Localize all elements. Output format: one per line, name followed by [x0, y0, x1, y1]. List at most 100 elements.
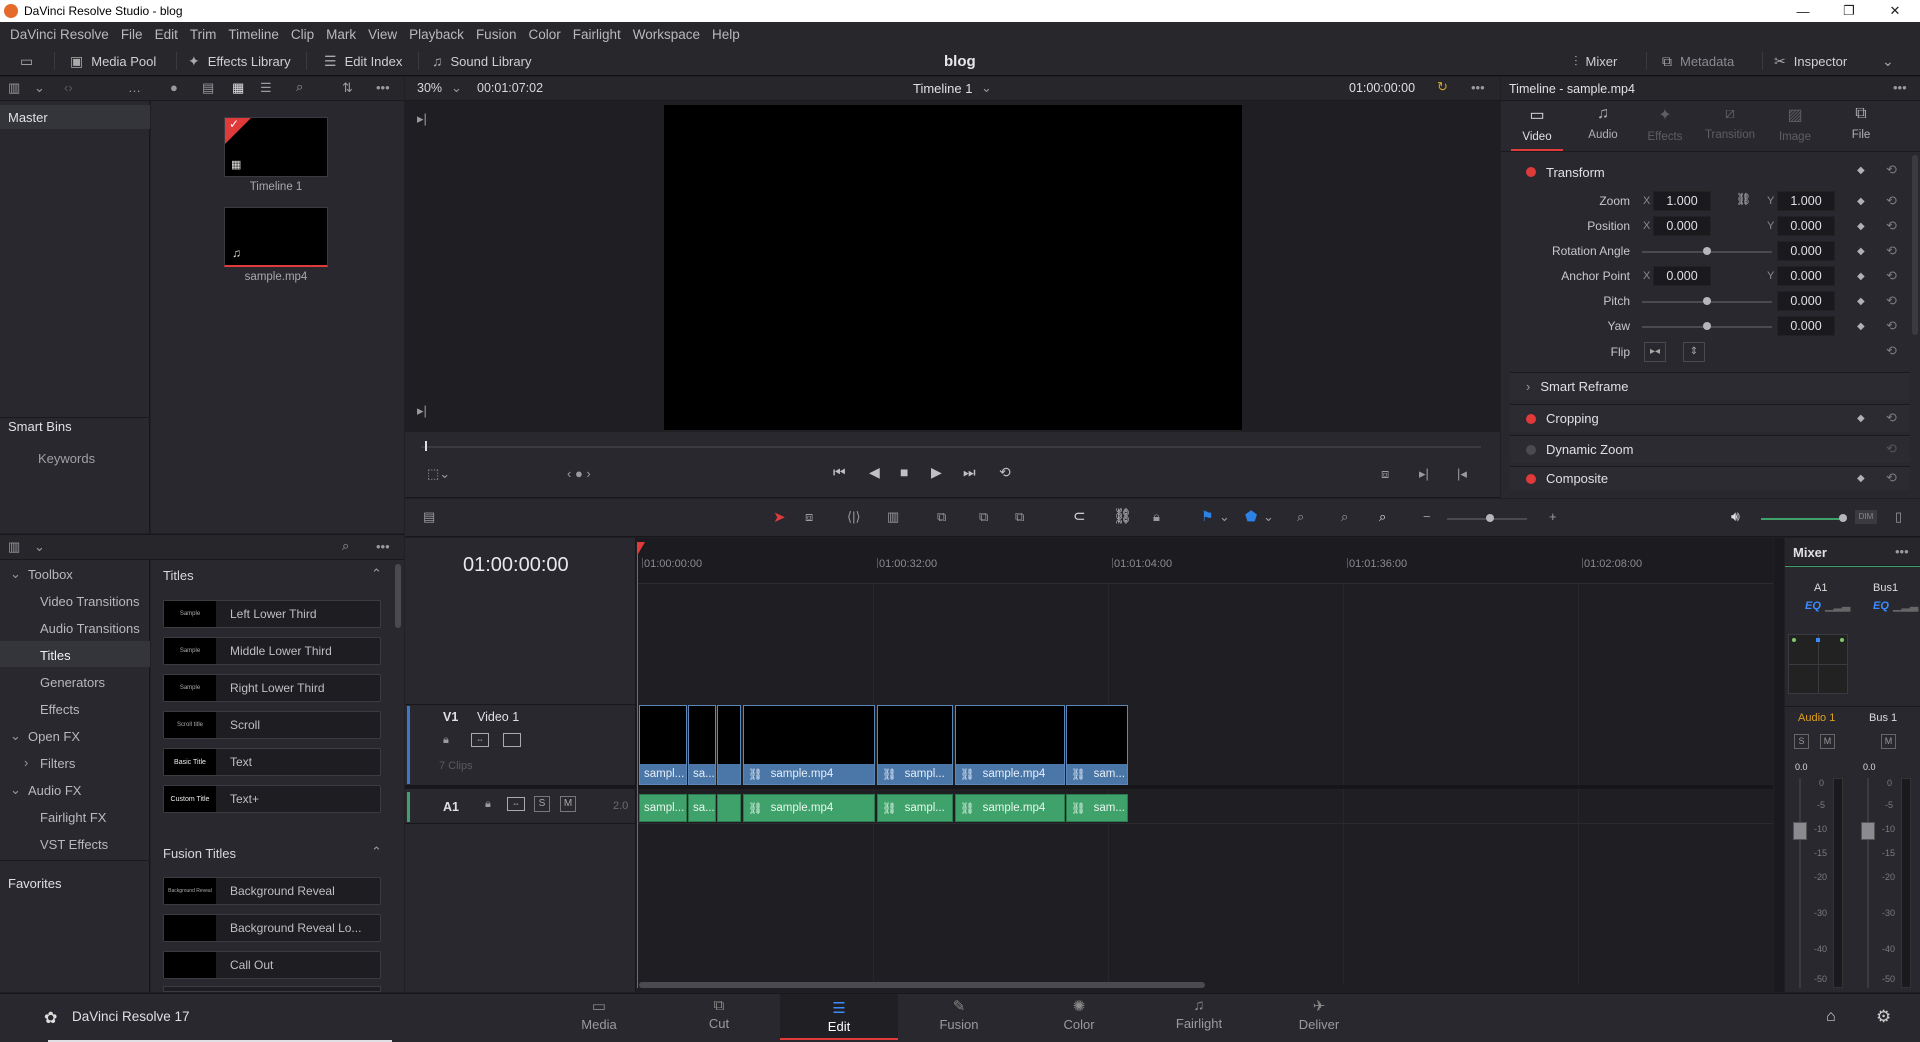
zoom-y-field[interactable]: 1.000 — [1777, 191, 1835, 211]
video-clip[interactable] — [717, 705, 741, 785]
flag-icon[interactable]: ⚑ — [1201, 508, 1214, 525]
zoom-custom-icon[interactable]: ⌕ — [1379, 509, 1386, 525]
chevron-down-icon[interactable]: ⌄ — [451, 80, 462, 96]
menu-file[interactable]: File — [115, 27, 149, 42]
reset-icon[interactable]: ⟲ — [1886, 410, 1897, 426]
pitch-slider-knob[interactable] — [1703, 297, 1711, 305]
page-tab-fairlight[interactable]: ♫ Fairlight — [1140, 994, 1258, 1034]
settings-gear-icon[interactable]: ⚙ — [1876, 1007, 1891, 1027]
match-frame-icon[interactable]: ⧈ — [1381, 466, 1389, 482]
auto-select-icon[interactable]: ⇔ — [471, 733, 489, 747]
tab-transition[interactable]: ⧄ Transition — [1697, 105, 1763, 151]
home-icon[interactable]: ⌂ — [1826, 1008, 1836, 1026]
sample-mp4-thumbnail[interactable]: ♫ — [224, 207, 328, 267]
page-tab-fusion[interactable]: ✎ Fusion — [900, 994, 1018, 1034]
flip-horizontal-icon[interactable]: ▸◂ — [1644, 342, 1666, 362]
reset-icon[interactable]: ⟲ — [1886, 218, 1897, 234]
keyframe-icon[interactable]: ◆ — [1857, 271, 1865, 282]
solo-button[interactable]: S — [1794, 734, 1809, 749]
effects-library-button[interactable]: ✦ Effects Library — [188, 46, 291, 76]
keyframe-icon[interactable]: ◆ — [1857, 165, 1865, 176]
next-clip-icon[interactable]: ▸| — [417, 111, 427, 127]
reset-icon[interactable]: ⟲ — [1886, 343, 1897, 359]
panner[interactable] — [1788, 634, 1848, 694]
toolbox-item[interactable]: Toolbox — [28, 567, 73, 582]
fader-bus1[interactable] — [1861, 822, 1875, 840]
linked-selection-icon[interactable]: ⛓ — [1113, 507, 1132, 525]
options-icon[interactable]: ••• — [376, 539, 390, 554]
sidebar-toggle-icon[interactable]: ▥ — [8, 80, 20, 96]
tree-generators[interactable]: Generators — [40, 675, 105, 690]
blade-tool-icon[interactable]: ▥ — [887, 509, 899, 525]
yaw-field[interactable]: 0.000 — [1777, 316, 1835, 336]
track-visibility-icon[interactable] — [503, 733, 521, 747]
playhead-line[interactable] — [637, 548, 638, 988]
audio-clip[interactable]: ⛓ sample.mp4 — [955, 794, 1065, 822]
search-icon[interactable]: ⌕ — [296, 79, 303, 95]
title-left-lower-third[interactable]: Sample Left Lower Third — [163, 600, 381, 628]
smart-reframe-section[interactable]: › Smart Reframe — [1510, 372, 1910, 400]
reset-icon[interactable]: ⟲ — [1886, 441, 1897, 457]
title-right-lower-third[interactable]: Sample Right Lower Third — [163, 674, 381, 702]
fusion-title-background-reveal-lower[interactable]: Background Reveal Lo... — [163, 914, 381, 942]
flip-vertical-icon[interactable]: ⇕ — [1683, 342, 1705, 362]
collapse-toolbar-icon[interactable]: ⌄ — [1882, 46, 1902, 76]
inspector-button[interactable]: ✂ Inspector — [1774, 46, 1847, 76]
tree-vst-effects[interactable]: VST Effects — [40, 837, 108, 852]
viewer-timeline-name[interactable]: Timeline 1 — [913, 81, 972, 96]
reset-icon[interactable]: ⟲ — [1886, 243, 1897, 259]
menu-trim[interactable]: Trim — [184, 27, 223, 42]
scrub-bar[interactable] — [421, 446, 1481, 448]
keyframe-icon[interactable]: ◆ — [1857, 413, 1865, 424]
tree-open-fx[interactable]: Open FX — [28, 729, 80, 744]
fusion-title-background-reveal[interactable]: Background Reveal Background Reveal — [163, 877, 381, 905]
tree-audio-fx[interactable]: Audio FX — [28, 783, 81, 798]
search-icon[interactable]: ⌕ — [342, 538, 349, 554]
video-preview[interactable] — [664, 105, 1242, 430]
menu-fusion[interactable]: Fusion — [470, 27, 523, 42]
options-icon[interactable]: ••• — [1895, 544, 1909, 559]
menu-playback[interactable]: Playback — [403, 27, 470, 42]
zoom-detail-icon[interactable]: ⌕ — [1341, 509, 1348, 525]
video-clip[interactable]: sampl... — [639, 705, 687, 785]
menu-color[interactable]: Color — [522, 27, 566, 42]
volume-slider[interactable] — [1761, 518, 1845, 520]
list-view-icon[interactable]: ☰ — [260, 80, 272, 96]
replace-clip-icon[interactable]: ⧉ — [1015, 509, 1024, 525]
position-y-field[interactable]: 0.000 — [1777, 216, 1835, 236]
overwrite-clip-icon[interactable]: ⧉ — [979, 509, 988, 525]
eq-button[interactable]: EQ — [1805, 600, 1821, 612]
next-edit-icon[interactable]: ▸| — [1419, 466, 1429, 482]
timeline-view-options-icon[interactable]: ▤ — [423, 509, 435, 525]
video-clip[interactable]: ⛓ sampl... — [877, 705, 953, 785]
go-to-end-icon[interactable]: ⏭ — [963, 464, 976, 481]
keyframe-icon[interactable]: ◆ — [1857, 196, 1865, 207]
composite-section[interactable]: Composite — [1510, 466, 1910, 490]
go-to-start-icon[interactable]: ⏮ — [833, 464, 846, 481]
tab-effects[interactable]: ✦ Effects — [1639, 105, 1691, 151]
back-icon[interactable]: ‹› — [64, 80, 73, 95]
crop-icon[interactable]: ⬚⌄ — [427, 466, 450, 482]
play-reverse-icon[interactable]: ◀ — [869, 464, 880, 481]
title-text[interactable]: Basic Title Text — [163, 748, 381, 776]
video-clip[interactable]: ⛓ sample.mp4 — [955, 705, 1065, 785]
pitch-field[interactable]: 0.000 — [1777, 291, 1835, 311]
marker-icon[interactable]: ⬟ — [1245, 508, 1257, 525]
inspector-scrollbar[interactable] — [1912, 155, 1918, 335]
playhead-handle[interactable] — [637, 542, 645, 554]
keyframe-icon[interactable]: ◆ — [1857, 246, 1865, 257]
reset-icon[interactable]: ⟲ — [1886, 318, 1897, 334]
video-clip[interactable]: sa... — [688, 705, 716, 785]
chevron-down-icon[interactable]: ⌄ — [1219, 509, 1230, 525]
mute-button[interactable]: M — [1881, 734, 1896, 749]
mixer-button[interactable]: ⫶ Mixer — [1574, 46, 1617, 76]
viewer-zoom[interactable]: 30% — [417, 81, 442, 95]
volume-icon[interactable]: 🔊︎ — [1731, 508, 1740, 525]
chevron-down-icon[interactable]: ⌄ — [1263, 509, 1274, 525]
chevron-down-icon[interactable]: ⌄ — [981, 80, 992, 96]
dynamic-zoom-section[interactable]: Dynamic Zoom — [1510, 435, 1910, 463]
reset-icon[interactable]: ⟲ — [1886, 470, 1897, 486]
sound-library-button[interactable]: ♫ Sound Library — [432, 46, 531, 76]
metadata-view-icon[interactable]: ▤ — [202, 80, 214, 96]
enable-toggle-icon[interactable] — [1526, 444, 1536, 455]
